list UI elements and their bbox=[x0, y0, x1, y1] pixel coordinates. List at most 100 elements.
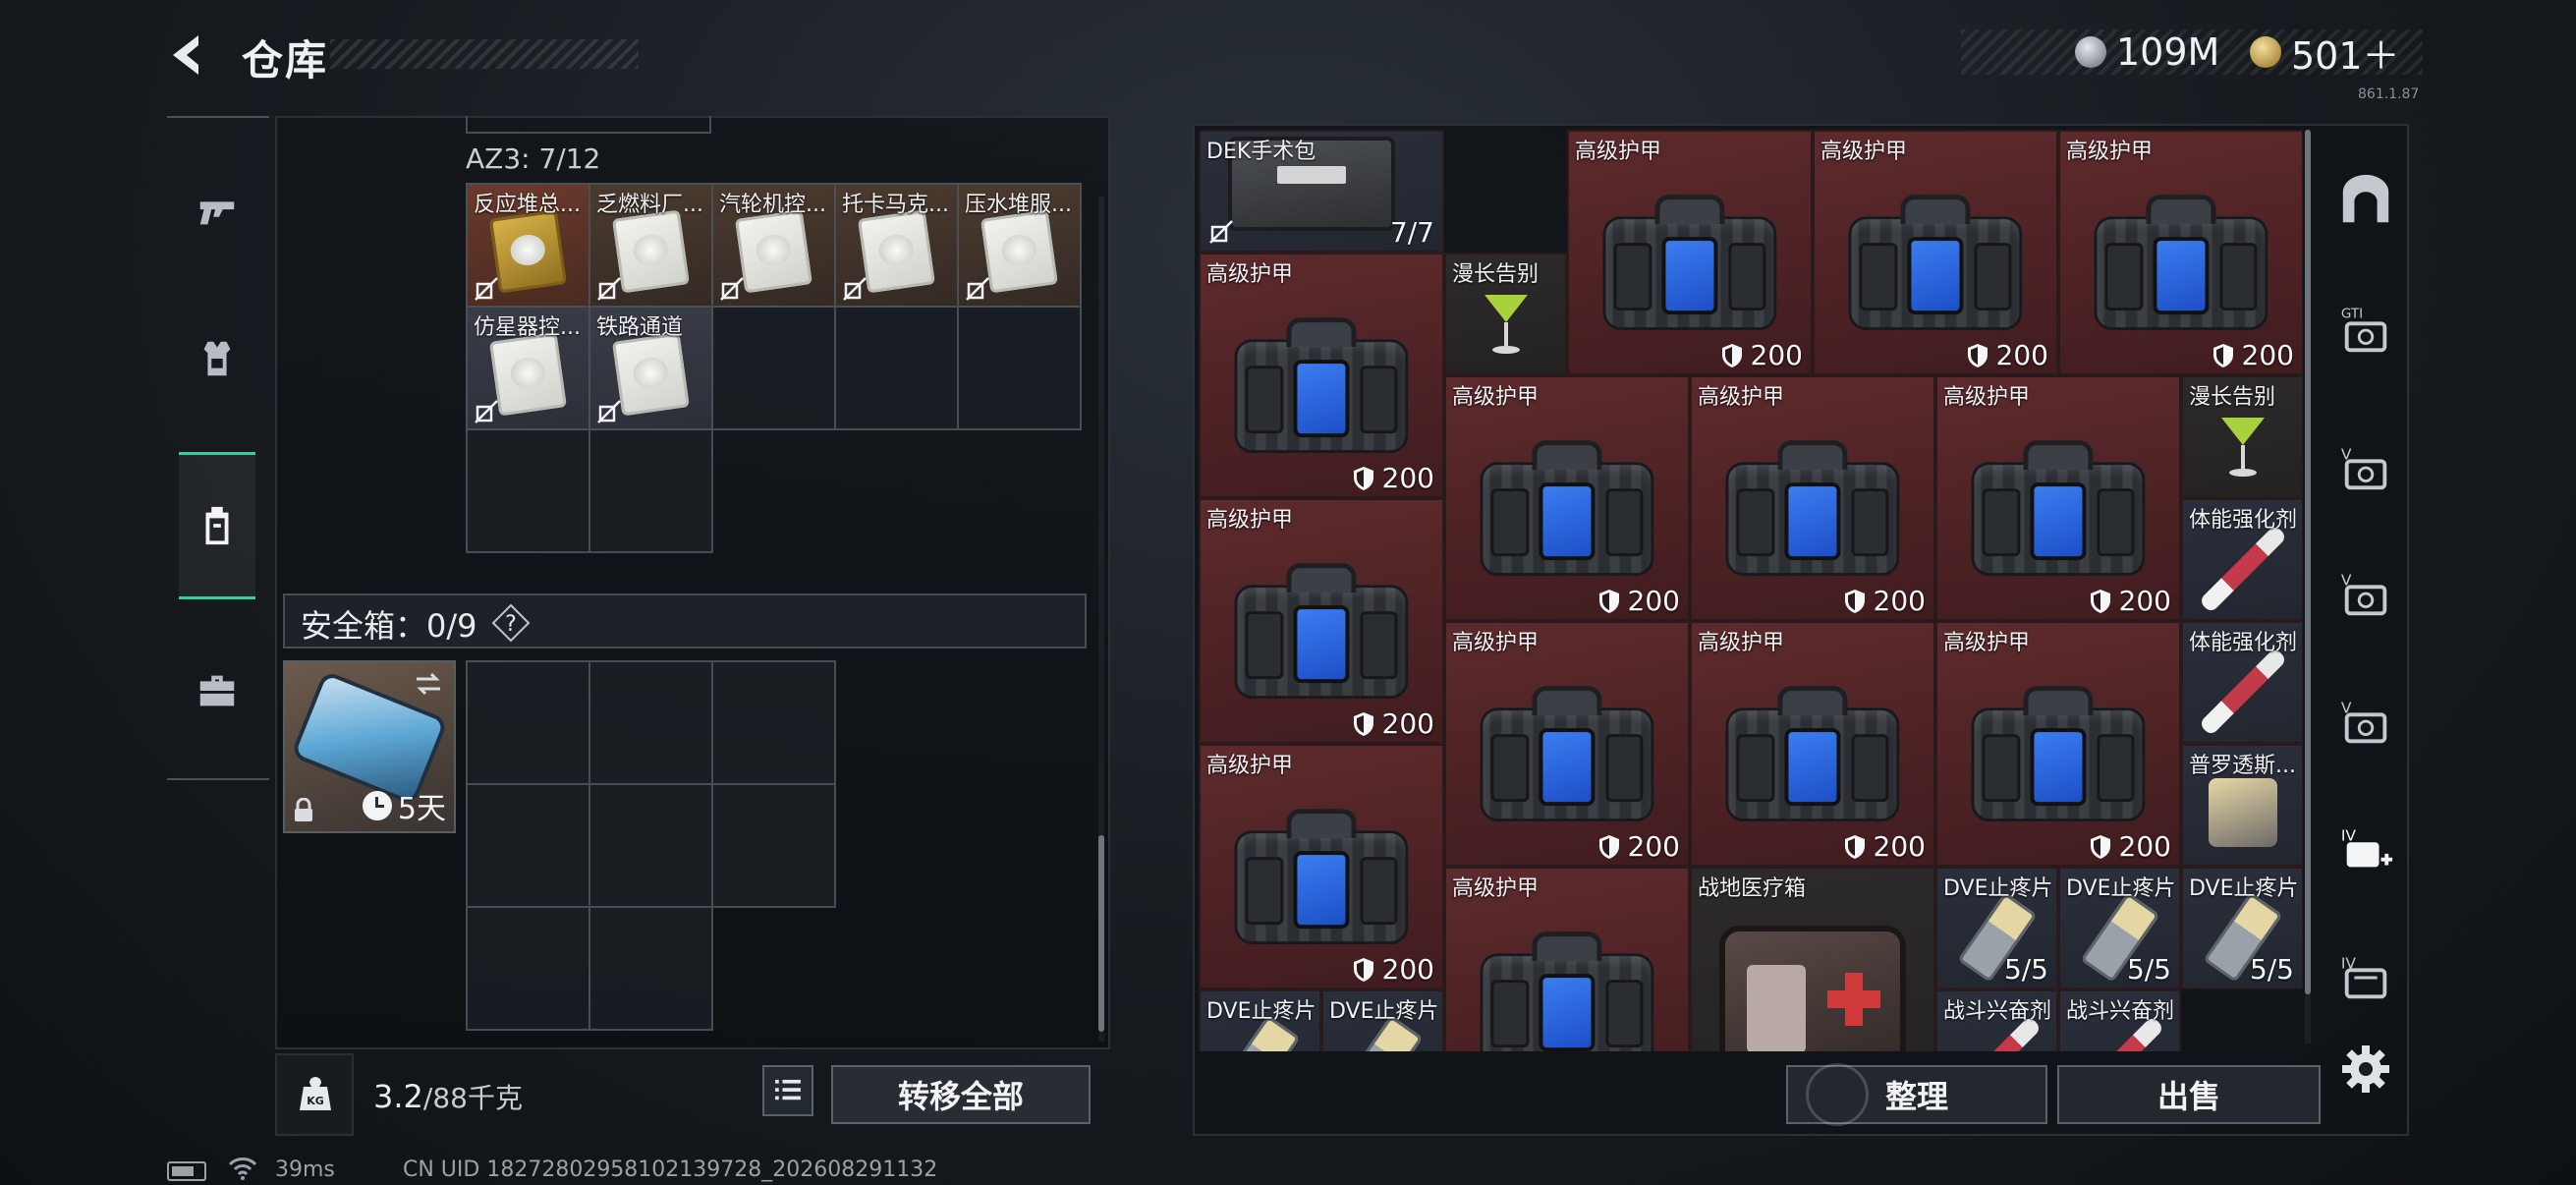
item-name: 高级护甲 bbox=[1943, 385, 2031, 410]
backpack-item[interactable]: 汽轮机控... bbox=[711, 183, 836, 308]
armor-image bbox=[2094, 194, 2268, 330]
warehouse-item-syringe[interactable]: 战斗兴奋剂 bbox=[1935, 989, 2058, 1051]
warehouse-item-armor[interactable]: 高级护甲200 bbox=[1567, 130, 1813, 375]
warehouse-item-armor[interactable]: 高级护甲200 bbox=[1199, 253, 1444, 498]
page-title: 仓库 bbox=[242, 36, 329, 85]
warehouse-item-armor[interactable]: 高级护甲200 bbox=[1935, 621, 2181, 867]
item-name: 战斗兴奋剂 bbox=[1943, 999, 2052, 1024]
warehouse-item-pill[interactable]: DVE止疼片 5/5 bbox=[2058, 867, 2181, 989]
warehouse-item-armor[interactable]: 高级护甲200 bbox=[1444, 867, 1690, 1051]
pistol-icon bbox=[199, 201, 235, 225]
backpack-item[interactable]: 铁路通道 bbox=[588, 306, 713, 430]
warehouse-item-surgery[interactable]: DEK手术包 7/7 bbox=[1199, 130, 1444, 253]
warehouse-item-syringe[interactable]: 体能强化剂 bbox=[2181, 498, 2303, 621]
nav-armor[interactable] bbox=[179, 285, 255, 432]
version-tag: 861.1.87 bbox=[2358, 86, 2420, 102]
warehouse-item-armor[interactable]: 高级护甲200 bbox=[1690, 375, 1935, 621]
item-name: 高级护甲 bbox=[1206, 508, 1294, 533]
armor-image bbox=[1971, 439, 2146, 576]
warehouse-item-pill[interactable]: DVE止疼片 bbox=[1199, 989, 1321, 1051]
warehouse-item-armor[interactable]: 高级护甲200 bbox=[2058, 130, 2303, 375]
safe-box-slot[interactable] bbox=[588, 783, 713, 908]
nav-backpack[interactable] bbox=[179, 452, 255, 599]
transfer-all-button[interactable]: 转移全部 bbox=[831, 1065, 1091, 1124]
shield-icon bbox=[1967, 343, 1988, 367]
warehouse-scrollbar[interactable] bbox=[2305, 130, 2311, 994]
backpack-item[interactable]: 托卡马克... bbox=[834, 183, 959, 308]
warehouse-item-armor[interactable]: 高级护甲200 bbox=[1690, 621, 1935, 867]
warehouse-item-armor[interactable]: 高级护甲200 bbox=[1813, 130, 2058, 375]
stack-count: 5/5 bbox=[2126, 953, 2171, 986]
safe-box-slot[interactable] bbox=[588, 906, 713, 1031]
durability-readout: 200 bbox=[1353, 707, 1434, 740]
item-name: 仿星器控... bbox=[474, 315, 581, 340]
armor-image bbox=[1848, 194, 2023, 330]
safe-box-slot[interactable] bbox=[588, 660, 713, 785]
warehouse-item-syringe[interactable]: 战斗兴奋剂 bbox=[2058, 989, 2181, 1051]
keycard-image bbox=[980, 209, 1058, 294]
case-v-icon: V bbox=[2341, 445, 2387, 490]
item-name: 高级护甲 bbox=[1943, 631, 2031, 655]
safe-box-slot[interactable] bbox=[711, 660, 836, 785]
gold-currency[interactable]: 501＋ bbox=[2250, 31, 2400, 78]
unbound-icon bbox=[596, 399, 622, 424]
shield-icon bbox=[1598, 589, 1619, 613]
backpack-slot[interactable] bbox=[834, 306, 959, 430]
svg-text:KG: KG bbox=[307, 1095, 324, 1107]
warehouse-item-syringe[interactable]: 体能强化剂 bbox=[2181, 621, 2303, 744]
warehouse-item-pill[interactable]: DVE止疼片 5/5 bbox=[1935, 867, 2058, 989]
warehouse-item-cocktail[interactable]: 漫长告别 bbox=[2181, 375, 2303, 498]
item-name: 高级护甲 bbox=[1575, 140, 1662, 164]
backpack-item[interactable]: 反应堆总... bbox=[466, 183, 590, 308]
warehouse-item-medkit[interactable]: 战地医疗箱 bbox=[1690, 867, 1935, 1051]
swap-icon[interactable] bbox=[413, 670, 444, 698]
warehouse-item-armor[interactable]: 高级护甲200 bbox=[1444, 375, 1690, 621]
backpack-slot[interactable] bbox=[711, 306, 836, 430]
safe-box-slot[interactable] bbox=[466, 660, 590, 785]
warehouse-item-cocktail[interactable]: 漫长告别 bbox=[1444, 253, 1567, 375]
help-icon[interactable]: ? bbox=[491, 603, 531, 643]
item-name: 汽轮机控... bbox=[719, 193, 826, 217]
nav-divider bbox=[167, 778, 269, 780]
back-icon[interactable] bbox=[165, 29, 216, 81]
tab-case-v-2[interactable]: V bbox=[2330, 540, 2401, 649]
sell-button[interactable]: 出售 bbox=[2057, 1065, 2321, 1124]
warehouse-item-armor[interactable]: 高级护甲200 bbox=[1935, 375, 2181, 621]
backpack-grid: 反应堆总... 乏燃料厂... 汽轮机控... 托卡马克... 压水堆服... 仿星器控.… bbox=[466, 183, 1082, 553]
backpack-slot[interactable] bbox=[466, 428, 590, 553]
nav-toolbox[interactable] bbox=[179, 617, 255, 764]
warehouse-item-armor[interactable]: 高级护甲200 bbox=[1444, 621, 1690, 867]
warehouse-item-pill[interactable]: DVE止疼片 5/5 bbox=[2181, 867, 2303, 989]
backpack-item[interactable]: 压水堆服... bbox=[957, 183, 1082, 308]
backpack-scrollbar[interactable] bbox=[1098, 835, 1104, 1032]
tab-case-iv-add[interactable]: IV bbox=[2330, 796, 2401, 904]
safe-box-slot[interactable] bbox=[466, 906, 590, 1031]
safe-box-slot[interactable] bbox=[711, 783, 836, 908]
backpack-item[interactable]: 乏燃料厂... bbox=[588, 183, 713, 308]
settings-gear-icon[interactable] bbox=[2338, 1042, 2393, 1097]
warehouse-item-drone[interactable]: 普罗透斯... bbox=[2181, 744, 2303, 867]
tab-vault[interactable] bbox=[2330, 145, 2401, 254]
list-view-button[interactable] bbox=[762, 1065, 813, 1116]
safe-box-item[interactable]: 5天 bbox=[283, 660, 456, 833]
tab-case-iv[interactable]: IV bbox=[2330, 924, 2401, 1032]
syringe-image bbox=[2198, 524, 2287, 614]
safe-box-slot[interactable] bbox=[466, 783, 590, 908]
backpack-item[interactable]: 仿星器控... bbox=[466, 306, 590, 430]
backpack-slot[interactable] bbox=[588, 428, 713, 553]
backpack-slot[interactable] bbox=[957, 306, 1082, 430]
unbound-icon bbox=[474, 276, 499, 302]
previous-container-edge bbox=[466, 116, 711, 134]
tab-case-v-1[interactable]: V bbox=[2330, 415, 2401, 523]
warehouse-item-armor[interactable]: 高级护甲 200 bbox=[1199, 498, 1444, 744]
durability-value: 200 bbox=[1873, 830, 1926, 863]
backpack-icon bbox=[205, 506, 229, 545]
item-name: 体能强化剂 bbox=[2189, 631, 2298, 655]
warehouse-item-armor[interactable]: 高级护甲200 bbox=[1199, 744, 1444, 989]
tab-gti-case[interactable]: GTI bbox=[2330, 277, 2401, 385]
warehouse-item-pill[interactable]: DVE止疼片 bbox=[1321, 989, 1444, 1051]
shield-icon bbox=[1721, 343, 1742, 367]
gti-case-icon: GTI bbox=[2341, 306, 2387, 353]
nav-weapons[interactable] bbox=[179, 138, 255, 285]
tab-case-v-3[interactable]: V bbox=[2330, 668, 2401, 776]
